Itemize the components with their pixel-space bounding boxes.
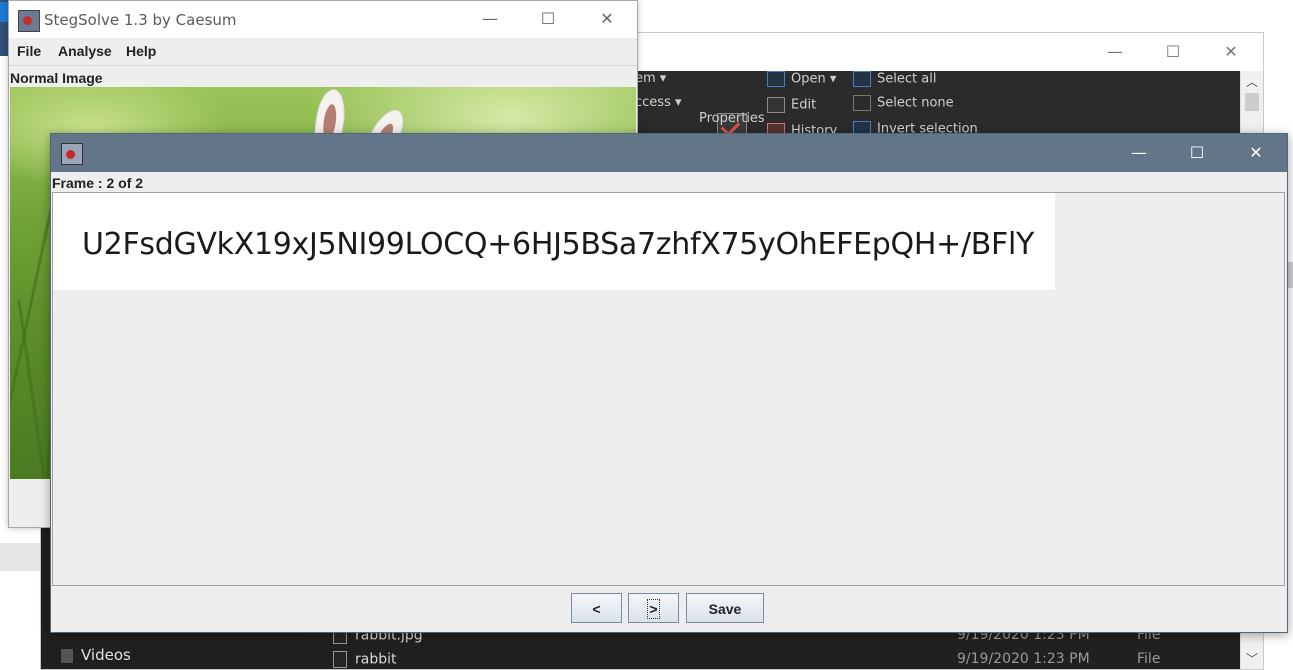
ciphertext: U2FsdGVkX19xJ5NI99LOCQ+6HJ5BSa7zhfX75yOh… (82, 227, 1035, 262)
frame-image-panel: U2FsdGVkX19xJ5NI99LOCQ+6HJ5BSa7zhfX75yOh… (52, 192, 1285, 586)
save-button[interactable]: Save (686, 593, 764, 623)
file-name: rabbit (355, 651, 397, 668)
background-window-fragment (0, 543, 40, 571)
edit-button[interactable]: Edit (767, 97, 816, 113)
stegsolve-menubar: File Analyse Help (9, 38, 637, 66)
ribbon-item-fragment-label: em (635, 71, 656, 86)
dialog-minimize-button[interactable]: — (1116, 140, 1162, 166)
stegsolve-titlebar: StegSolve 1.3 by Caesum — ☐ ✕ (9, 1, 637, 38)
select-all-label: Select all (877, 71, 937, 87)
dialog-close-button[interactable]: ✕ (1233, 140, 1279, 166)
select-none-button[interactable]: Select none (853, 95, 954, 111)
stegsolve-app-icon (18, 10, 40, 32)
select-all-button[interactable]: Select all (853, 71, 936, 87)
select-none-label: Select none (877, 95, 954, 111)
next-frame-label: > (647, 599, 660, 619)
menu-analyse[interactable]: Analyse (58, 43, 112, 59)
file-row[interactable]: rabbit 9/19/2020 1:23 PM File (333, 651, 1160, 668)
file-icon (333, 651, 347, 668)
open-label: Open (791, 71, 826, 87)
prev-frame-button[interactable]: < (571, 593, 622, 623)
menu-help[interactable]: Help (126, 43, 156, 59)
scroll-down-arrow-icon[interactable]: ﹀ (1241, 650, 1263, 667)
ribbon-access-label: ccess (635, 95, 671, 110)
next-frame-button[interactable]: > (628, 593, 679, 623)
open-icon (767, 71, 785, 87)
open-button[interactable]: Open ▾ (767, 71, 836, 87)
download-icon (0, 2, 8, 22)
dialog-app-icon (61, 143, 83, 165)
nav-item-videos[interactable]: Videos (61, 646, 131, 664)
select-none-icon (853, 95, 871, 111)
frame-label: Frame : 2 of 2 (52, 175, 144, 191)
videos-icon (61, 648, 73, 663)
explorer-close-button[interactable]: ✕ (1211, 39, 1251, 65)
edit-label: Edit (791, 97, 817, 113)
file-date: 9/19/2020 1:23 PM (957, 651, 1090, 667)
stegsolve-minimize-button[interactable]: — (468, 6, 512, 32)
properties-button[interactable]: Properties (699, 111, 765, 126)
explorer-minimize-button[interactable]: — (1095, 39, 1135, 65)
nav-item-videos-label: Videos (81, 646, 131, 664)
scroll-thumb[interactable] (1245, 93, 1259, 111)
image-label: Normal Image (10, 70, 103, 86)
frame-viewer-dialog: — ☐ ✕ Frame : 2 of 2 U2FsdGVkX19xJ5NI99L… (50, 133, 1288, 633)
scroll-up-arrow-icon[interactable]: ︿ (1241, 73, 1263, 90)
dialog-maximize-button[interactable]: ☐ (1174, 140, 1220, 166)
frame-image: U2FsdGVkX19xJ5NI99LOCQ+6HJ5BSa7zhfX75yOh… (53, 193, 1055, 290)
menu-file[interactable]: File (17, 43, 41, 59)
dialog-titlebar: — ☐ ✕ (51, 134, 1287, 172)
explorer-maximize-button[interactable]: ☐ (1153, 39, 1193, 65)
select-all-icon (853, 71, 871, 87)
edit-icon (767, 97, 785, 113)
ribbon-access-fragment[interactable]: ccess ▾ (635, 95, 682, 110)
stegsolve-close-button[interactable]: ✕ (585, 6, 629, 32)
ribbon-item-fragment[interactable]: em ▾ (635, 71, 666, 86)
stegsolve-maximize-button[interactable]: ☐ (526, 6, 570, 32)
stegsolve-title: StegSolve 1.3 by Caesum (44, 11, 237, 29)
file-type: File (1137, 651, 1161, 667)
